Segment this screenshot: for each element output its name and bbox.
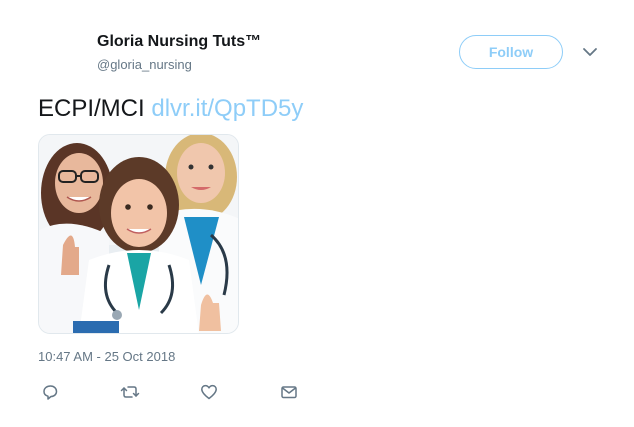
chevron-down-icon[interactable] [582, 46, 598, 58]
nurses-photo [39, 135, 238, 333]
tweet-media-photo[interactable] [38, 134, 239, 334]
tweet-text: ECPI/MCI dlvr.it/QpTD5y [38, 94, 303, 124]
display-name[interactable]: Gloria Nursing Tuts™ [97, 33, 261, 51]
reply-icon[interactable] [41, 383, 59, 401]
tweet-timestamp[interactable]: 10:47 AM - 25 Oct 2018 [38, 349, 175, 364]
follow-button[interactable]: Follow [459, 35, 563, 69]
heart-icon[interactable] [200, 383, 218, 401]
retweet-icon[interactable] [120, 383, 140, 401]
tweet-text-body: ECPI/MCI [38, 95, 152, 122]
tweet-link[interactable]: dlvr.it/QpTD5y [151, 95, 303, 122]
user-handle[interactable]: @gloria_nursing [97, 57, 192, 72]
avatar[interactable] [38, 30, 86, 78]
envelope-icon[interactable] [280, 383, 298, 401]
